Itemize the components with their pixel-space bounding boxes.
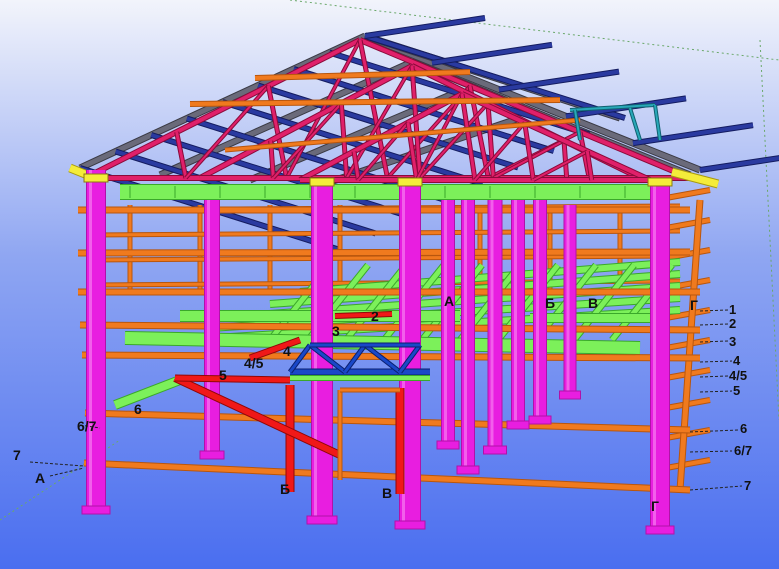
column-cap-3 xyxy=(647,177,673,187)
grid-label-left-7: 7 xyxy=(13,447,21,463)
column-10 xyxy=(462,200,474,470)
grid-label-top-a: А xyxy=(444,293,455,309)
column-3-base xyxy=(394,520,426,530)
column-cap-1 xyxy=(309,177,335,187)
column-5-highlight xyxy=(536,200,539,420)
column-6 xyxy=(564,205,576,395)
column-4-base xyxy=(483,445,507,455)
column-6-base xyxy=(559,390,581,400)
column-9-highlight xyxy=(514,200,517,425)
3d-model-viewport[interactable]: 1 2 3 4 4/5 5 6 6/7 7 6 6/7 7 2 3 4 4/5 … xyxy=(0,0,779,569)
column-8 xyxy=(442,200,454,445)
grid-label-right-1: 1 xyxy=(729,302,737,317)
grid-label-bottom-a: А xyxy=(35,470,46,486)
column-9-base xyxy=(506,420,530,430)
grid-label-right-6: 6 xyxy=(740,421,748,436)
grid-label-bottom-g: Г xyxy=(651,498,659,514)
grid-label-right-4: 4 xyxy=(733,353,741,368)
grid-label-top-b: Б xyxy=(545,295,556,311)
red-beam-low xyxy=(174,375,291,383)
column-cap-0 xyxy=(83,173,109,183)
grid-label-left-6-7: 6/7 xyxy=(77,418,97,434)
grid-label-right-2: 2 xyxy=(729,316,737,331)
grid-label-bottom-v: В xyxy=(382,485,393,501)
column-10-base xyxy=(456,465,480,475)
grid-label-right-6-7: 6/7 xyxy=(734,443,753,458)
column-10-highlight xyxy=(464,200,467,470)
column-8-highlight xyxy=(444,200,447,445)
column-0-base xyxy=(81,505,111,515)
column-8-base xyxy=(436,440,460,450)
column-4 xyxy=(488,200,502,450)
column-1-base xyxy=(199,450,225,460)
column-cap-2 xyxy=(397,177,423,187)
grid-label-inner-3: 3 xyxy=(332,323,340,339)
column-1-highlight xyxy=(207,200,210,455)
column-5-base xyxy=(528,415,552,425)
column-4-highlight xyxy=(490,200,494,450)
front-orange-beam-4 xyxy=(81,352,701,361)
column-6-highlight xyxy=(566,205,570,395)
grid-label-top-g: Г xyxy=(690,297,698,313)
grid-label-inner-4-5: 4/5 xyxy=(244,355,264,371)
grid-label-inner-5: 5 xyxy=(219,367,227,383)
column-2-base xyxy=(306,515,338,525)
column-7-base xyxy=(645,525,675,535)
red-beam-top xyxy=(334,312,393,318)
column-0-highlight xyxy=(89,170,92,510)
grid-label-inner-2: 2 xyxy=(371,308,379,324)
front-orange-beam-1 xyxy=(77,249,691,256)
grid-label-inner-4: 4 xyxy=(283,343,291,359)
grid-label-right-7: 7 xyxy=(744,478,752,493)
grid-label-right-5: 5 xyxy=(733,383,741,398)
column-9 xyxy=(512,200,524,425)
grid-label-top-v: В xyxy=(588,295,599,311)
grid-label-left-6: 6 xyxy=(134,401,142,417)
grid-label-bottom-b: Б xyxy=(280,481,291,497)
column-7-highlight xyxy=(653,180,656,530)
grid-label-right-4-5: 4/5 xyxy=(729,368,748,383)
structural-frame-model[interactable] xyxy=(0,0,779,569)
grid-label-right-3: 3 xyxy=(729,334,737,349)
